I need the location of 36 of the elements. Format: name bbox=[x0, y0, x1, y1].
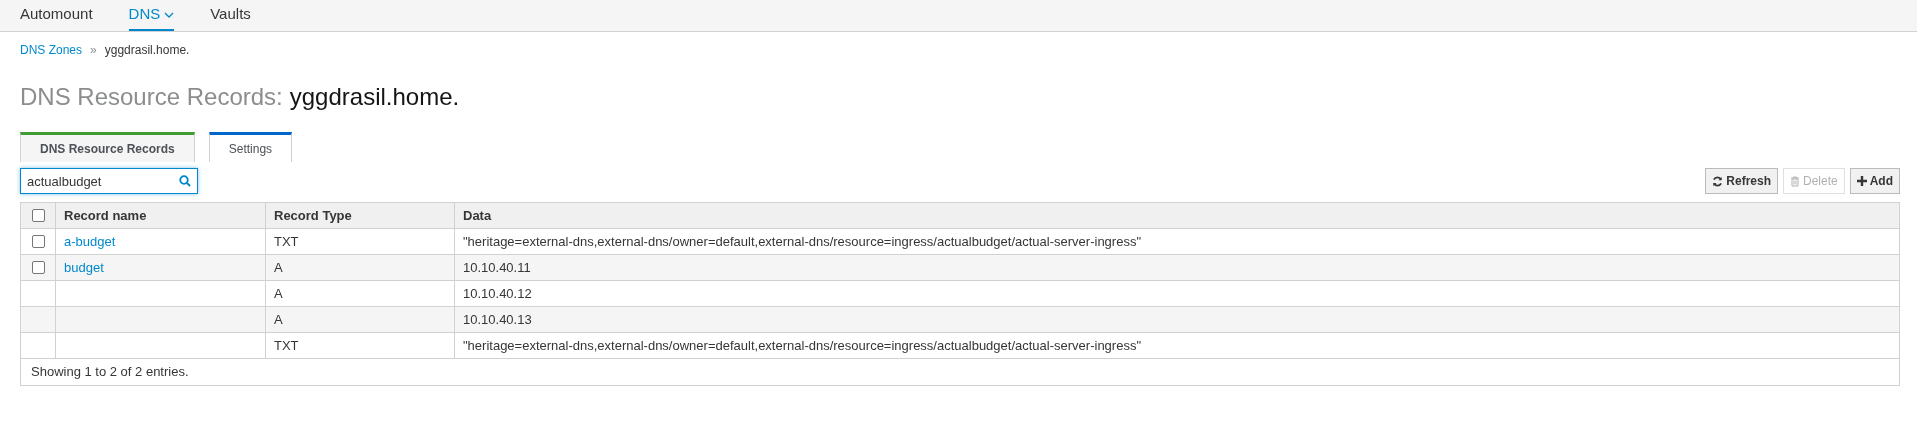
search-field[interactable]: actualbudget bbox=[20, 168, 198, 194]
toolbar-button[interactable]: Add bbox=[1849, 168, 1900, 194]
checkbox[interactable] bbox=[31, 235, 45, 248]
table-cell-text: "heritage=external-dns,external-dns/owner=default,external-dns/resource=ingress/actualbudget/actual-server-ingress" bbox=[463, 232, 1142, 251]
breadcrumb-link[interactable]: DNS Zones bbox=[20, 41, 83, 59]
table-footer-text: Showing 1 to 2 of 2 entries. bbox=[31, 363, 189, 382]
nav-tab[interactable]: DNS bbox=[128, 0, 175, 31]
nav-tab[interactable]: Vaults bbox=[210, 0, 251, 31]
tab[interactable]: Settings bbox=[208, 132, 293, 162]
tab[interactable]: DNS Resource Records bbox=[20, 132, 195, 162]
breadcrumb-current: yggdrasil.home. bbox=[104, 42, 190, 59]
table-cell-text: "heritage=external-dns,external-dns/owner=default,external-dns/resource=ingress/actualbudget/actual-server-ingress" bbox=[463, 336, 1142, 355]
search-icon bbox=[179, 175, 191, 187]
table-cell-text: A bbox=[274, 310, 283, 329]
page-title-label: DNS Resource Records: bbox=[20, 82, 283, 112]
table-cell-text: A bbox=[274, 258, 283, 277]
plus-icon bbox=[1856, 176, 1867, 186]
column-header: Data bbox=[463, 206, 492, 225]
breadcrumb-separator: » bbox=[90, 42, 97, 59]
record-link[interactable]: budget bbox=[64, 257, 104, 278]
record-link[interactable]: a-budget bbox=[64, 231, 116, 252]
toolbar-button[interactable]: Refresh bbox=[1705, 168, 1778, 194]
checkbox[interactable] bbox=[31, 261, 45, 274]
table-cell-text: 10.10.40.12 bbox=[463, 284, 532, 303]
table-cell-text: TXT bbox=[274, 336, 299, 355]
table-cell-text: A bbox=[274, 284, 283, 303]
trash-icon bbox=[1790, 175, 1800, 187]
column-header: Record name bbox=[64, 206, 147, 225]
table-cell-text: 10.10.40.13 bbox=[463, 310, 532, 329]
checkbox[interactable] bbox=[31, 209, 45, 222]
page-title-zone: yggdrasil.home. bbox=[289, 82, 460, 112]
table-cell-text: 10.10.40.11 bbox=[463, 258, 531, 277]
table-cell-text: TXT bbox=[274, 232, 299, 251]
refresh-icon bbox=[1712, 175, 1724, 187]
column-header: Record Type bbox=[274, 206, 352, 225]
nav-tab[interactable]: Automount bbox=[20, 0, 93, 31]
